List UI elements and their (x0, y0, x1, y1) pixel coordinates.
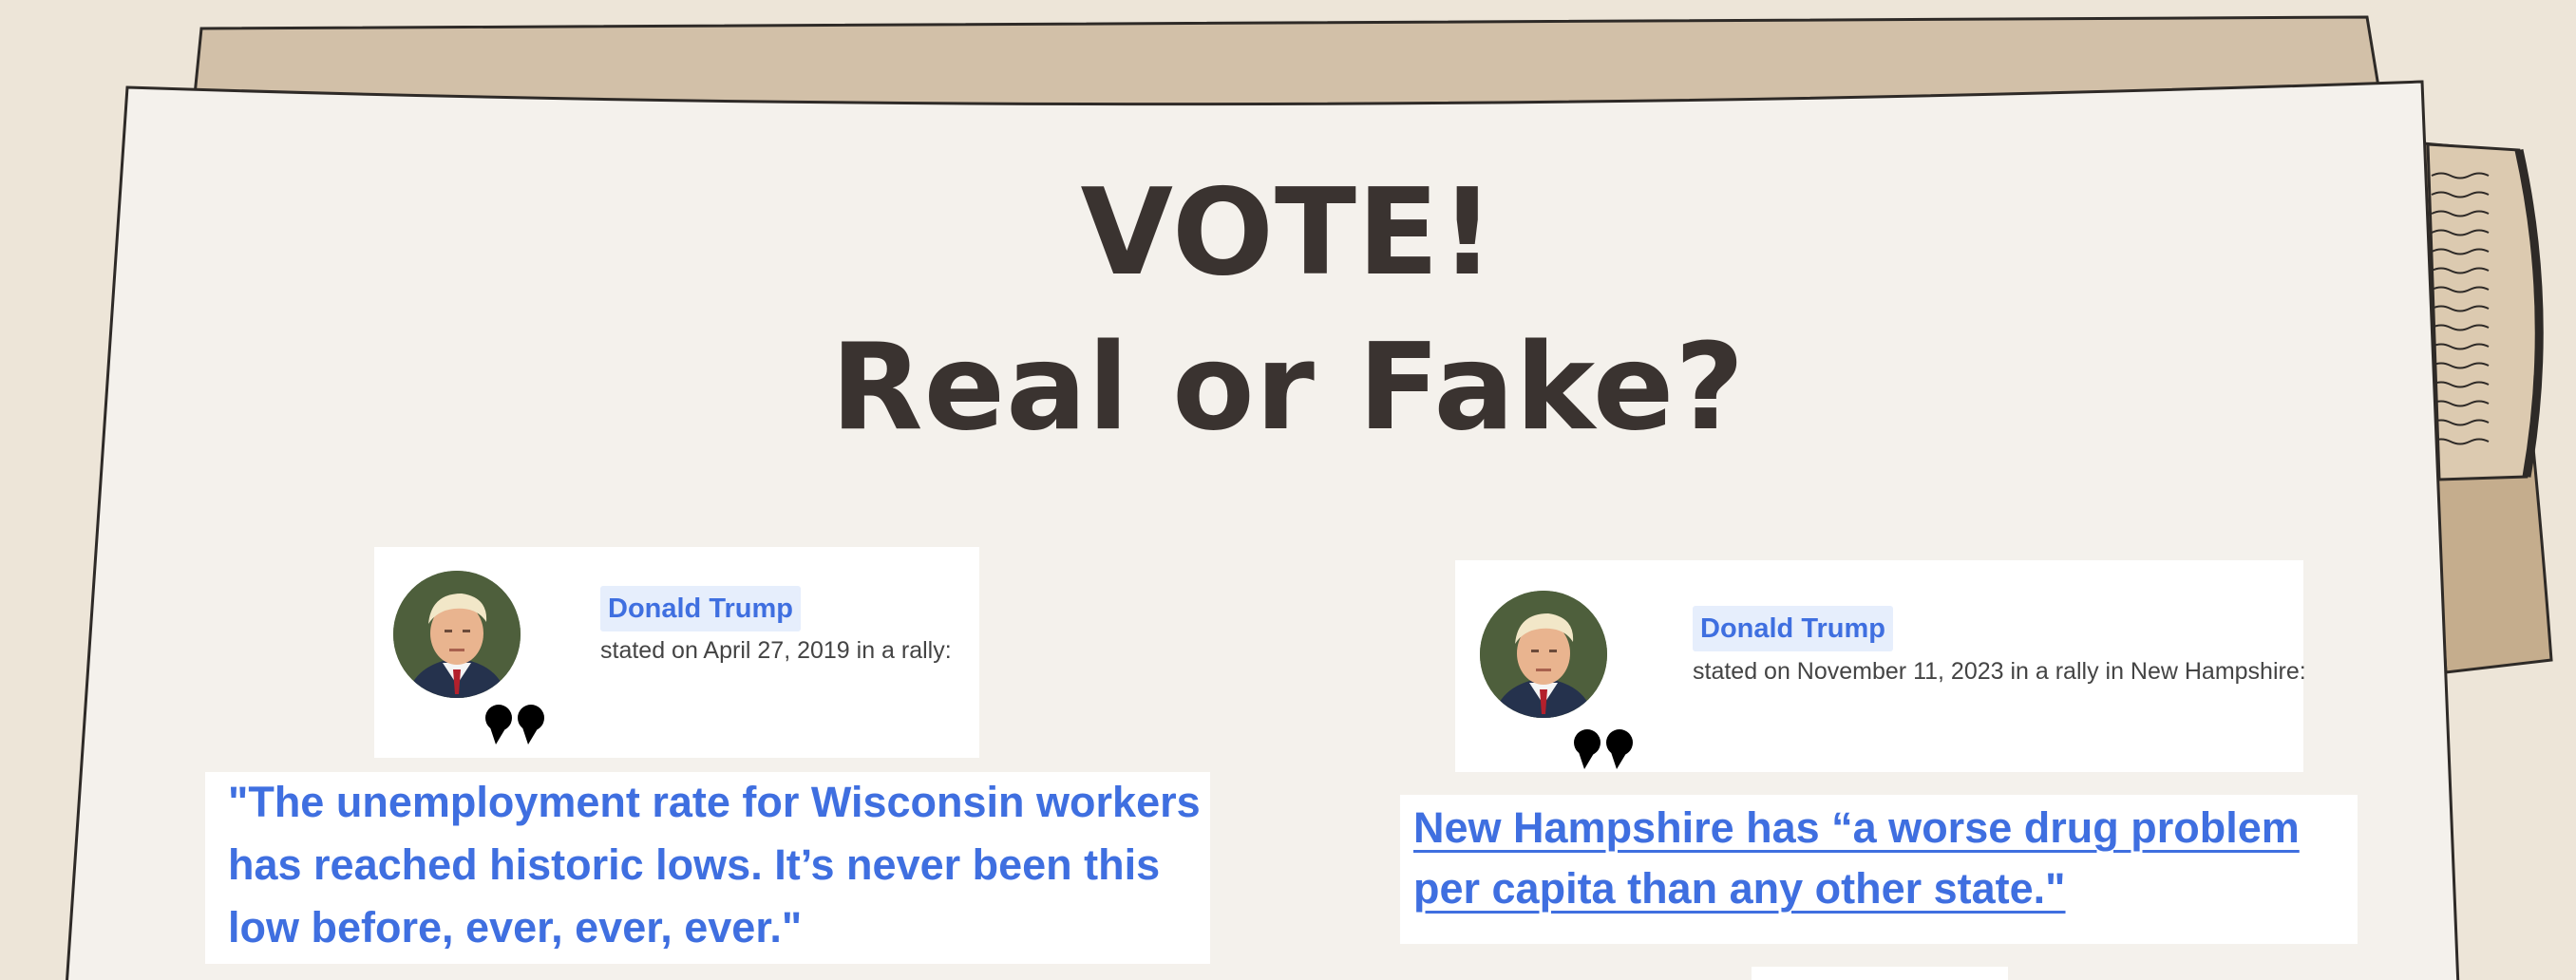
quote-link[interactable]: New Hampshire has “a worse drug problem … (1413, 798, 2373, 919)
statement-meta: stated on November 11, 2023 in a rally i… (1693, 658, 2306, 685)
speaker-card-left: Donald Trump stated on April 27, 2019 in… (374, 547, 979, 758)
speaker-card-right: Donald Trump stated on November 11, 2023… (1455, 560, 2306, 772)
quote-text: "The unemployment rate for Wisconsin wor… (228, 778, 1201, 952)
statement-meta: stated on April 27, 2019 in a rally: (600, 637, 952, 664)
closing-quote-icon (1574, 729, 1633, 769)
page-title-line1: VOTE! (1080, 162, 1496, 302)
speaker-card-partial (1752, 967, 2008, 980)
speaker-name-link[interactable]: Donald Trump (1693, 606, 1893, 651)
newspaper-scene: VOTE! Real or Fake? Donald Trump stated (0, 0, 2576, 980)
page-title-line2: Real or Fake? (830, 317, 1746, 457)
closing-quote-icon (485, 705, 544, 744)
speaker-avatar (393, 571, 521, 698)
speaker-avatar (1480, 591, 1607, 718)
speaker-name-link[interactable]: Donald Trump (600, 586, 801, 631)
